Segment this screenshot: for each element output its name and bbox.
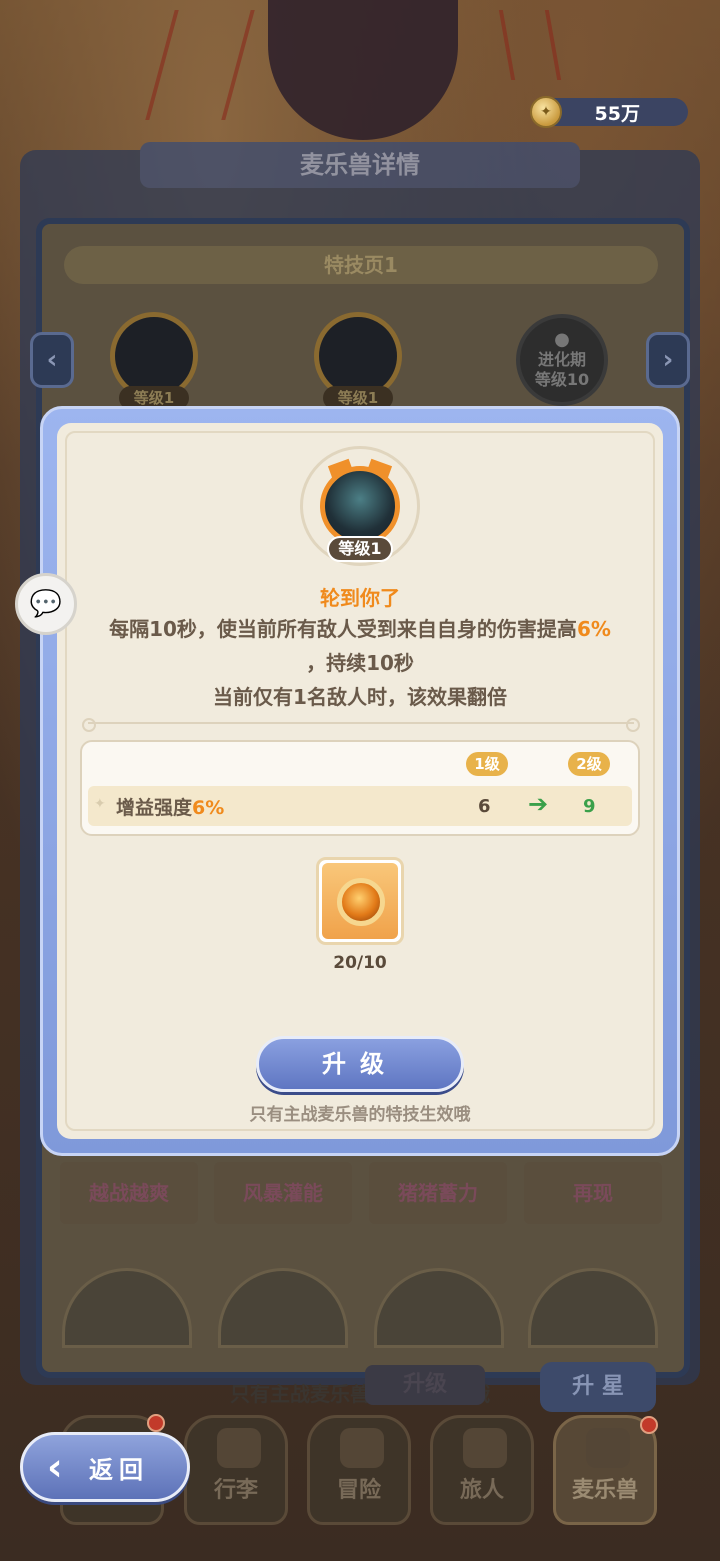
skill-tab[interactable]: 再现	[524, 1162, 662, 1224]
sparkle-icon: ✦	[94, 796, 106, 812]
nav-tab-label: 麦乐兽	[571, 1478, 638, 1503]
stat-label-highlight: 6%	[192, 797, 225, 819]
skill-description: 每隔10秒，使当前所有敌人受到来自自身的伤害提高6% ，持续10秒 当前仅有1名…	[70, 612, 650, 714]
nav-tab-label: 冒险	[336, 1478, 381, 1503]
skill-token-icon	[337, 878, 385, 926]
stat-label: 增益强度6%	[116, 793, 224, 820]
upgrade-button[interactable]: 升级	[256, 1036, 464, 1092]
stat-label-text: 增益强度	[116, 797, 193, 819]
next-page-arrow-icon[interactable]: ›	[646, 332, 690, 388]
currency-counter: 55万	[540, 98, 688, 126]
chat-icon[interactable]: 💬	[15, 573, 77, 635]
star-up-button[interactable]: 升 星	[540, 1362, 656, 1412]
coin-icon: ✦	[530, 96, 562, 128]
locked-requirement: 进化期	[537, 350, 586, 369]
locked-skill-slot[interactable]: ● 进化期 等级10	[516, 314, 608, 406]
prev-page-arrow-icon[interactable]: ‹	[30, 332, 74, 388]
skill-portrait-icon	[320, 466, 400, 546]
description-text: 每隔10秒，使当前所有敌人受到来自自身的伤害提高	[109, 617, 577, 641]
skill-tab[interactable]: 越战越爽	[60, 1162, 198, 1224]
skill-tab[interactable]: 猪猪蓄力	[369, 1162, 507, 1224]
skill-page-label: 特技页1	[64, 246, 658, 284]
description-text: ，持续10秒	[306, 651, 414, 675]
nav-tab-pets[interactable]: 麦乐兽	[553, 1415, 658, 1525]
stat-next-value: 9	[583, 796, 596, 817]
background-upgrade-button[interactable]: 升级	[365, 1365, 485, 1405]
back-button-label: 返回	[89, 1455, 149, 1484]
arrow-right-icon: ➔	[528, 790, 549, 818]
upgrade-hint: 只有主战麦乐兽的特技生效哦	[249, 1105, 471, 1125]
currency-amount: 55万	[594, 102, 640, 125]
notification-dot	[147, 1414, 165, 1432]
description-highlight: 6%	[576, 617, 611, 641]
nav-tab-adventure[interactable]: 冒险	[307, 1415, 411, 1525]
skill-name: 轮到你了	[320, 586, 400, 610]
traveler-icon	[463, 1428, 507, 1468]
current-level-badge: 1级	[466, 752, 508, 776]
material-count: 20/10	[333, 953, 387, 973]
description-text: 当前仅有1名敌人时，该效果翻倍	[213, 685, 507, 709]
skill-level-badge: 等级1	[327, 536, 393, 562]
pet-icon	[586, 1428, 630, 1468]
crossed-swords-icon	[340, 1428, 384, 1468]
nav-tab-traveler[interactable]: 旅人	[430, 1415, 534, 1525]
lock-icon: ●	[554, 329, 570, 350]
luggage-icon	[217, 1428, 261, 1468]
nav-tab-label: 旅人	[459, 1478, 504, 1503]
locked-requirement-level: 等级10	[534, 370, 590, 389]
next-level-badge: 2级	[568, 752, 610, 776]
nav-tab-label: 行李	[213, 1478, 258, 1503]
back-button[interactable]: ‹ 返回	[20, 1432, 190, 1502]
skill-tab[interactable]: 风暴灌能	[214, 1162, 352, 1224]
panel-title: 麦乐兽详情	[140, 142, 580, 188]
nav-tab-luggage[interactable]: 行李	[184, 1415, 288, 1525]
stat-current-value: 6	[478, 796, 491, 817]
upgrade-material-card[interactable]	[316, 857, 404, 945]
divider	[82, 718, 640, 732]
back-arrow-icon: ‹	[47, 1445, 69, 1489]
notification-dot	[640, 1416, 658, 1434]
